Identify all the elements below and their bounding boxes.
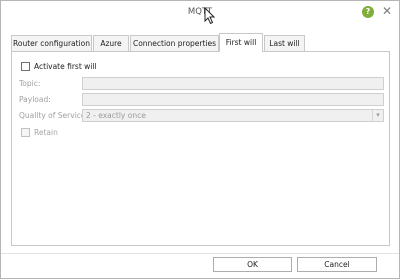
activate-first-will-label: Activate first will: [34, 62, 97, 71]
tab-connection-properties[interactable]: Connection properties: [130, 35, 219, 52]
payload-input[interactable]: [82, 93, 384, 106]
retain-checkbox[interactable]: [21, 128, 30, 137]
qos-selected-value: 2 - exactly once: [86, 111, 146, 120]
mqtt-dialog: MQTT ? ✕ Router configuration Azure Conn…: [0, 0, 400, 279]
cancel-button[interactable]: Cancel: [297, 257, 377, 272]
tab-azure[interactable]: Azure: [93, 35, 129, 52]
qos-select[interactable]: 2 - exactly once ▾: [82, 109, 384, 122]
window-title: MQTT: [187, 7, 213, 17]
topic-label: Topic:: [19, 79, 41, 88]
payload-label: Payload:: [19, 95, 51, 104]
close-icon[interactable]: ✕: [381, 4, 393, 18]
tab-router-configuration[interactable]: Router configuration: [11, 35, 92, 52]
activate-first-will-checkbox[interactable]: [21, 62, 30, 71]
first-will-panel: Activate first will Topic: Payload: Qual…: [11, 51, 390, 246]
activate-first-will-row[interactable]: Activate first will: [21, 61, 141, 72]
qos-label: Quality of Service:: [19, 111, 89, 120]
retain-label: Retain: [34, 128, 58, 137]
help-icon[interactable]: ?: [362, 6, 374, 18]
retain-row[interactable]: Retain: [21, 127, 81, 138]
chevron-down-icon[interactable]: ▾: [372, 110, 383, 121]
mouse-pointer-icon: [204, 7, 216, 25]
footer-divider: [1, 253, 399, 254]
topic-input[interactable]: [82, 77, 384, 90]
tab-first-will[interactable]: First will: [219, 33, 263, 52]
ok-button[interactable]: OK: [213, 257, 292, 272]
tab-last-will[interactable]: Last will: [264, 35, 305, 52]
title-bar: MQTT ? ✕: [1, 1, 399, 25]
